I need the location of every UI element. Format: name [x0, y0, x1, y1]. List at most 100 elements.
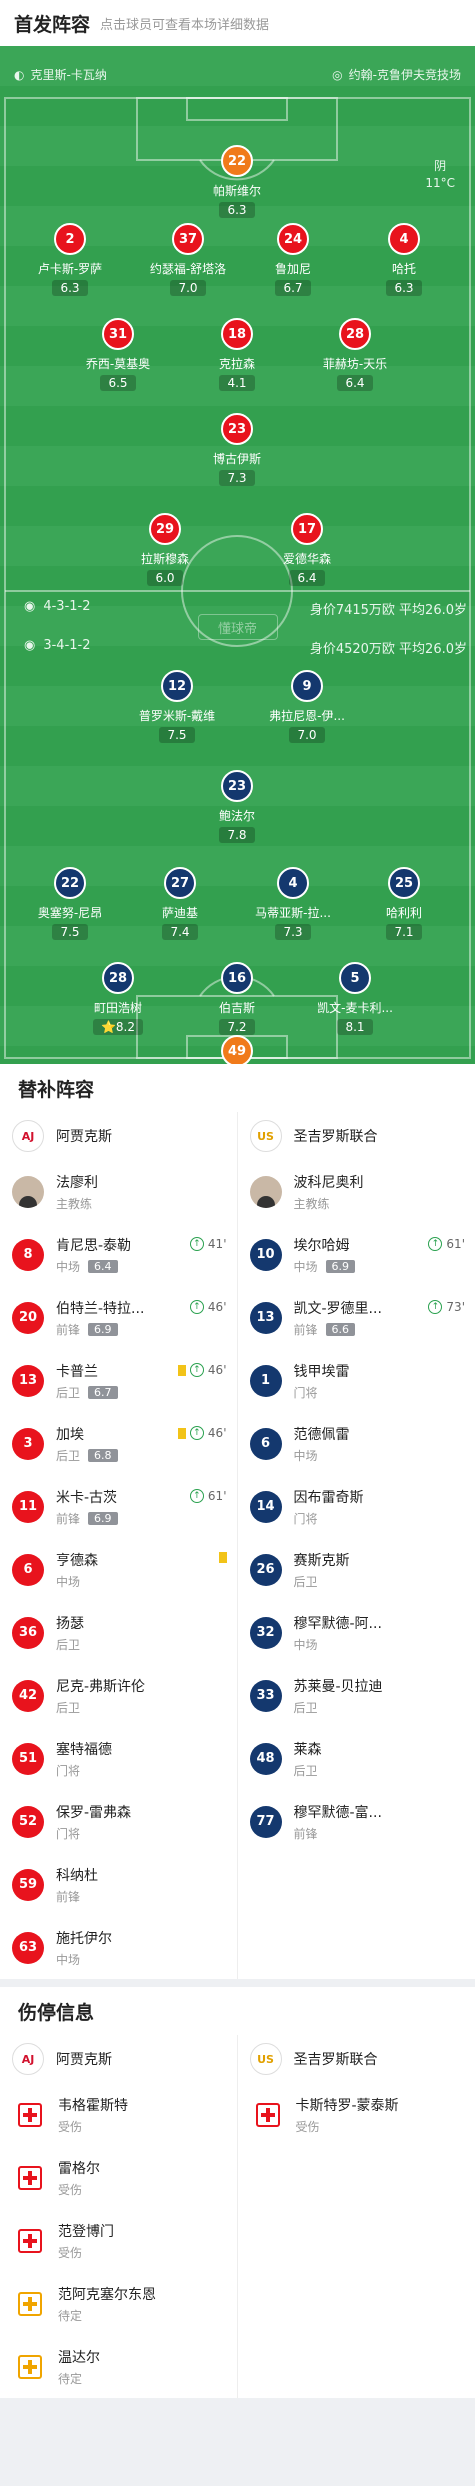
player-rating: 7.3: [219, 470, 255, 486]
player-home-29[interactable]: 29 拉斯穆森 6.0: [120, 513, 210, 586]
player-meta: 前锋 6.9: [56, 1321, 237, 1338]
player-name: 町田浩树: [93, 1001, 142, 1015]
sub-row[interactable]: 63 施托伊尔 中场: [0, 1916, 237, 1979]
sub-row[interactable]: 48 莱森 后卫: [238, 1727, 475, 1790]
sub-events: ↑ 61': [428, 1237, 465, 1251]
sub-row[interactable]: 52 保罗-雷弗森 门将: [0, 1790, 237, 1853]
team-row[interactable]: AJ 阿贾克斯: [0, 2035, 237, 2083]
sub-row[interactable]: 77 穆罕默德-富... 前锋: [238, 1790, 475, 1853]
injury-icon: [18, 2228, 42, 2253]
player-info: 施托伊尔 中场: [56, 1928, 237, 1968]
rating-badge: 6.4: [88, 1259, 118, 1273]
jersey-number: 48: [249, 1742, 282, 1775]
jersey-number: 6: [12, 1553, 44, 1586]
player-home-22[interactable]: 22 帕斯维尔 6.3: [192, 145, 282, 218]
team-logo-icon: ◉: [24, 599, 36, 614]
whistle-icon: ◐: [14, 67, 25, 82]
sub-row[interactable]: 6 亨德森 中场: [0, 1538, 237, 1601]
sub-row[interactable]: 36 扬瑟 后卫: [0, 1601, 237, 1664]
player-meta: 受伤: [296, 2118, 475, 2135]
injury-row[interactable]: 韦格霍斯特 受伤: [0, 2083, 237, 2146]
injury-icon: [255, 2102, 280, 2127]
player-rating: 7.0: [289, 727, 325, 743]
injury-row[interactable]: 范登博门 受伤: [0, 2209, 237, 2272]
team-row[interactable]: AJ 阿贾克斯: [0, 1112, 237, 1160]
team-row[interactable]: US 圣吉罗斯联合: [238, 2035, 475, 2083]
sub-row[interactable]: 1 钱甲埃雷 门将: [238, 1349, 475, 1412]
player-home-28[interactable]: 28 菲赫坊-天乐 6.4: [310, 318, 400, 391]
sub-row[interactable]: 42 尼克-弗斯许伦 后卫: [0, 1664, 237, 1727]
player-home-18[interactable]: 18 克拉森 4.1: [192, 318, 282, 391]
sub-row[interactable]: 13 凯文-罗德里... 前锋 6.6 ↑ 73': [238, 1286, 475, 1349]
player-home-37[interactable]: 37 约瑟福-舒塔洛 7.0: [143, 223, 233, 296]
rating-value: 8.2: [115, 1020, 136, 1034]
player-name: 萨迪基: [161, 906, 198, 920]
player-away-25[interactable]: 25 哈利利 7.1: [359, 867, 449, 940]
player-home-2[interactable]: 2 卢卡斯-罗萨 6.3: [25, 223, 115, 296]
player-away-28[interactable]: 28 町田浩树 ⭐8.2: [73, 962, 163, 1035]
player-info: 穆罕默德-富... 前锋: [294, 1802, 475, 1842]
sub-row[interactable]: 3 加埃 后卫 6.8 ↑ 46': [0, 1412, 237, 1475]
jersey-number: 42: [12, 1679, 44, 1712]
injury-status: 受伤: [58, 2245, 83, 2260]
player-meta: 后卫: [56, 1699, 237, 1716]
player-home-24[interactable]: 24 鲁加尼 6.7: [248, 223, 338, 296]
doubtful-icon: [18, 2354, 42, 2379]
sub-row[interactable]: 10 埃尔哈姆 中场 6.9 ↑ 61': [238, 1223, 475, 1286]
rating-value: 6.5: [108, 376, 128, 390]
sub-row[interactable]: 20 伯特兰-特拉... 前锋 6.9 ↑ 46': [0, 1286, 237, 1349]
player-info: 科纳杜 前锋: [56, 1865, 237, 1905]
player-away-49[interactable]: 49莫里斯7.7: [192, 1035, 282, 1064]
sub-row[interactable]: 51 塞特福德 门将: [0, 1727, 237, 1790]
jersey-number: 36: [12, 1616, 44, 1649]
sub-row[interactable]: 13 卡普兰 后卫 6.7 ↑ 46': [0, 1349, 237, 1412]
injury-row[interactable]: 范阿克塞尔东恩 待定: [0, 2272, 237, 2335]
watermark: 懂球帝: [197, 614, 278, 640]
sub-row[interactable]: 11 米卡-古茨 前锋 6.9 ↑ 61': [0, 1475, 237, 1538]
player-meta: 门将: [294, 1384, 475, 1401]
sub-row[interactable]: 26 赛斯克斯 后卫: [238, 1538, 475, 1601]
player-name: 鲍法尔: [218, 809, 255, 823]
player-home-31[interactable]: 31 乔西-莫基奥 6.5: [73, 318, 163, 391]
sub-row[interactable]: 33 苏莱曼-贝拉迪 后卫: [238, 1664, 475, 1727]
coach-row[interactable]: 波科尼奥利 主教练: [238, 1160, 475, 1223]
injury-icon: [18, 2165, 42, 2190]
player-position: 后卫: [56, 1700, 81, 1715]
sub-row[interactable]: 6 范德佩雷 中场: [238, 1412, 475, 1475]
player-away-23[interactable]: 23 鲍法尔 7.8: [192, 770, 282, 843]
player-home-17[interactable]: 17 爱德华森 6.4: [262, 513, 352, 586]
jersey-number: 27: [164, 867, 196, 899]
player-rating: 6.3: [219, 202, 255, 218]
player-position: 中场: [293, 1448, 318, 1463]
sub-row[interactable]: 32 穆罕默德-阿... 中场: [238, 1601, 475, 1664]
injury-row[interactable]: 卡斯特罗-蒙泰斯 受伤: [238, 2083, 475, 2146]
coach-row[interactable]: 法廖利 主教练: [0, 1160, 237, 1223]
rating-badge: 6.6: [325, 1322, 356, 1336]
player-meta: 门将: [56, 1762, 237, 1779]
player-away-12[interactable]: 12 普罗米斯-戴维 7.5: [132, 670, 222, 743]
sub-row[interactable]: 59 科纳杜 前锋: [0, 1853, 237, 1916]
player-away-27[interactable]: 27 萨迪基 7.4: [135, 867, 225, 940]
sub-row[interactable]: 14 因布雷奇斯 门将: [238, 1475, 475, 1538]
player-away-4[interactable]: 4 马蒂亚斯-拉... 7.3: [248, 867, 338, 940]
sub-events: [218, 1552, 227, 1563]
player-info: 钱甲埃雷 门将: [294, 1361, 475, 1401]
player-away-9[interactable]: 9 弗拉尼恩-伊... 7.0: [262, 670, 352, 743]
player-meta: 前锋: [56, 1888, 237, 1905]
jersey-number: 26: [249, 1553, 282, 1586]
player-away-16[interactable]: 16 伯吉斯 7.2: [192, 962, 282, 1035]
player-name: 韦格霍斯特: [58, 2097, 128, 2114]
player-meta: 门将: [56, 1825, 237, 1842]
injury-row[interactable]: 温达尔 待定: [0, 2335, 237, 2398]
player-rating: 6.4: [337, 375, 373, 391]
injury-row[interactable]: 雷格尔 受伤: [0, 2146, 237, 2209]
player-meta: 门将: [294, 1510, 475, 1527]
player-away-22[interactable]: 22 奥塞努-尼昂 7.5: [25, 867, 115, 940]
player-position: 后卫: [293, 1574, 318, 1589]
team-row[interactable]: US 圣吉罗斯联合: [238, 1112, 475, 1160]
player-home-4[interactable]: 4 哈托 6.3: [359, 223, 449, 296]
player-info: 保罗-雷弗森 门将: [56, 1802, 237, 1842]
player-home-23[interactable]: 23 博古伊斯 7.3: [192, 413, 282, 486]
sub-row[interactable]: 8 肯尼思-泰勒 中场 6.4 ↑ 41': [0, 1223, 237, 1286]
player-away-5[interactable]: 5 凯文-麦卡利... 8.1: [310, 962, 400, 1035]
